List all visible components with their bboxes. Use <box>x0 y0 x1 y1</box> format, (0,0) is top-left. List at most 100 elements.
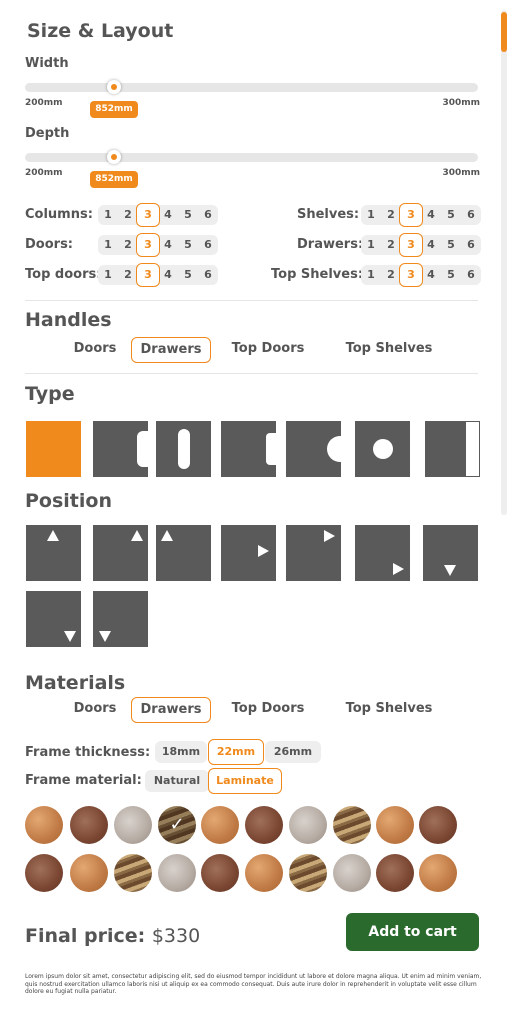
doors-option[interactable]: 2 <box>118 235 138 255</box>
shelves-option[interactable]: 6 <box>461 205 481 225</box>
top-shelves-option[interactable]: 1 <box>361 265 381 285</box>
columns-option[interactable]: 3 <box>136 203 160 227</box>
doors-option[interactable]: 1 <box>98 235 118 255</box>
shelves-option[interactable]: 4 <box>421 205 441 225</box>
drawers-option[interactable]: 4 <box>421 235 441 255</box>
shelves-option[interactable]: 5 <box>441 205 461 225</box>
swatch-walnut[interactable] <box>201 854 239 892</box>
scrollbar[interactable] <box>501 10 507 515</box>
top-shelves-option[interactable]: 4 <box>421 265 441 285</box>
handle-type-edge-bar-option[interactable] <box>425 421 480 477</box>
position-bottom-left-option[interactable] <box>93 591 148 647</box>
handle-type-half-circle-option[interactable] <box>286 421 341 477</box>
columns-option[interactable]: 1 <box>98 205 118 225</box>
top-shelves-option[interactable]: 6 <box>461 265 481 285</box>
scrollbar-thumb[interactable] <box>501 12 507 52</box>
swatch-stripe[interactable] <box>333 806 371 844</box>
shelves-option[interactable]: 3 <box>399 203 423 227</box>
swatch-stripe[interactable] <box>289 854 327 892</box>
top-shelves-stepper[interactable]: 123456 <box>361 263 481 287</box>
top-doors-option[interactable]: 1 <box>98 265 118 285</box>
add-to-cart-button[interactable]: Add to cart <box>346 913 479 951</box>
top-doors-option[interactable]: 3 <box>136 263 160 287</box>
swatch-walnut[interactable] <box>419 806 457 844</box>
top-doors-option[interactable]: 6 <box>198 265 218 285</box>
swatch-oak[interactable] <box>419 854 457 892</box>
position-top-center-option[interactable] <box>26 525 81 581</box>
doors-option[interactable]: 3 <box>136 233 160 257</box>
position-top-left-option[interactable] <box>156 525 211 581</box>
shelves-option[interactable]: 1 <box>361 205 381 225</box>
position-top-right-corner-option[interactable] <box>286 525 341 581</box>
materials-tab-top-shelves[interactable]: Top Shelves <box>341 697 437 723</box>
swatch-oak[interactable] <box>245 854 283 892</box>
doors-stepper[interactable]: 123456 <box>98 233 218 257</box>
materials-tab-top-doors[interactable]: Top Doors <box>225 697 311 723</box>
handles-tab-top-doors[interactable]: Top Doors <box>225 337 311 363</box>
doors-option[interactable]: 5 <box>178 235 198 255</box>
columns-option[interactable]: 2 <box>118 205 138 225</box>
swatch-oak[interactable] <box>376 806 414 844</box>
doors-option[interactable]: 6 <box>198 235 218 255</box>
thickness-18mm-option[interactable]: 18mm <box>155 741 207 763</box>
edge-bar-icon <box>465 421 480 477</box>
handle-type-none-option[interactable] <box>26 421 81 477</box>
depth-slider-track[interactable] <box>25 153 478 162</box>
handles-tab-doors[interactable]: Doors <box>69 337 121 363</box>
swatch-walnut[interactable] <box>245 806 283 844</box>
thickness-22mm-option[interactable]: 22mm <box>208 739 264 765</box>
material-laminate-option[interactable]: Laminate <box>208 768 282 794</box>
drawers-option[interactable]: 3 <box>399 233 423 257</box>
handle-type-round-hole-option[interactable] <box>355 421 410 477</box>
drawers-option[interactable]: 1 <box>361 235 381 255</box>
position-bottom-right-option[interactable] <box>355 525 410 581</box>
thickness-26mm-option[interactable]: 26mm <box>265 741 321 763</box>
columns-option[interactable]: 5 <box>178 205 198 225</box>
drawers-option[interactable]: 2 <box>381 235 401 255</box>
doors-option[interactable]: 4 <box>158 235 178 255</box>
handle-type-vertical-slot-option[interactable] <box>156 421 211 477</box>
columns-option[interactable]: 4 <box>158 205 178 225</box>
swatch-grey[interactable] <box>114 806 152 844</box>
swatch-stripe[interactable] <box>114 854 152 892</box>
swatch-grey[interactable] <box>333 854 371 892</box>
top-shelves-option[interactable]: 2 <box>381 265 401 285</box>
drawers-option[interactable]: 6 <box>461 235 481 255</box>
shelves-stepper[interactable]: 123456 <box>361 203 481 227</box>
top-doors-option[interactable]: 2 <box>118 265 138 285</box>
swatch-walnut[interactable] <box>376 854 414 892</box>
position-middle-right-option[interactable] <box>221 525 276 581</box>
columns-option[interactable]: 6 <box>198 205 218 225</box>
materials-tab-doors[interactable]: Doors <box>69 697 121 723</box>
top-doors-stepper[interactable]: 123456 <box>98 263 218 287</box>
handles-tab-top-shelves[interactable]: Top Shelves <box>341 337 437 363</box>
swatch-walnut[interactable] <box>25 854 63 892</box>
width-slider-track[interactable] <box>25 83 478 92</box>
swatch-grey[interactable] <box>158 854 196 892</box>
material-natural-option[interactable]: Natural <box>145 770 209 792</box>
materials-tab-drawers[interactable]: Drawers <box>131 697 211 723</box>
drawers-option[interactable]: 5 <box>441 235 461 255</box>
position-bottom-center-option[interactable] <box>423 525 478 581</box>
swatch-walnut[interactable] <box>70 806 108 844</box>
swatch-grey[interactable] <box>289 806 327 844</box>
handles-tab-drawers[interactable]: Drawers <box>131 337 211 363</box>
width-slider-handle[interactable] <box>107 80 121 94</box>
swatch-oak[interactable] <box>25 806 63 844</box>
top-shelves-option[interactable]: 3 <box>399 263 423 287</box>
handle-type-side-slots-option[interactable] <box>93 421 148 477</box>
top-doors-option[interactable]: 5 <box>178 265 198 285</box>
swatch-oak[interactable] <box>70 854 108 892</box>
position-top-right-option[interactable] <box>93 525 148 581</box>
drawers-stepper[interactable]: 123456 <box>361 233 481 257</box>
depth-slider-handle[interactable] <box>107 150 121 164</box>
columns-stepper[interactable]: 123456 <box>98 203 218 227</box>
top-shelves-option[interactable]: 5 <box>441 265 461 285</box>
swatch-stripe[interactable]: ✓ <box>158 806 196 844</box>
final-price: Final price: $330 <box>25 925 200 947</box>
swatch-oak[interactable] <box>201 806 239 844</box>
position-bottom-right-low-option[interactable] <box>26 591 81 647</box>
handle-type-side-notches-option[interactable] <box>221 421 276 477</box>
top-doors-option[interactable]: 4 <box>158 265 178 285</box>
shelves-option[interactable]: 2 <box>381 205 401 225</box>
